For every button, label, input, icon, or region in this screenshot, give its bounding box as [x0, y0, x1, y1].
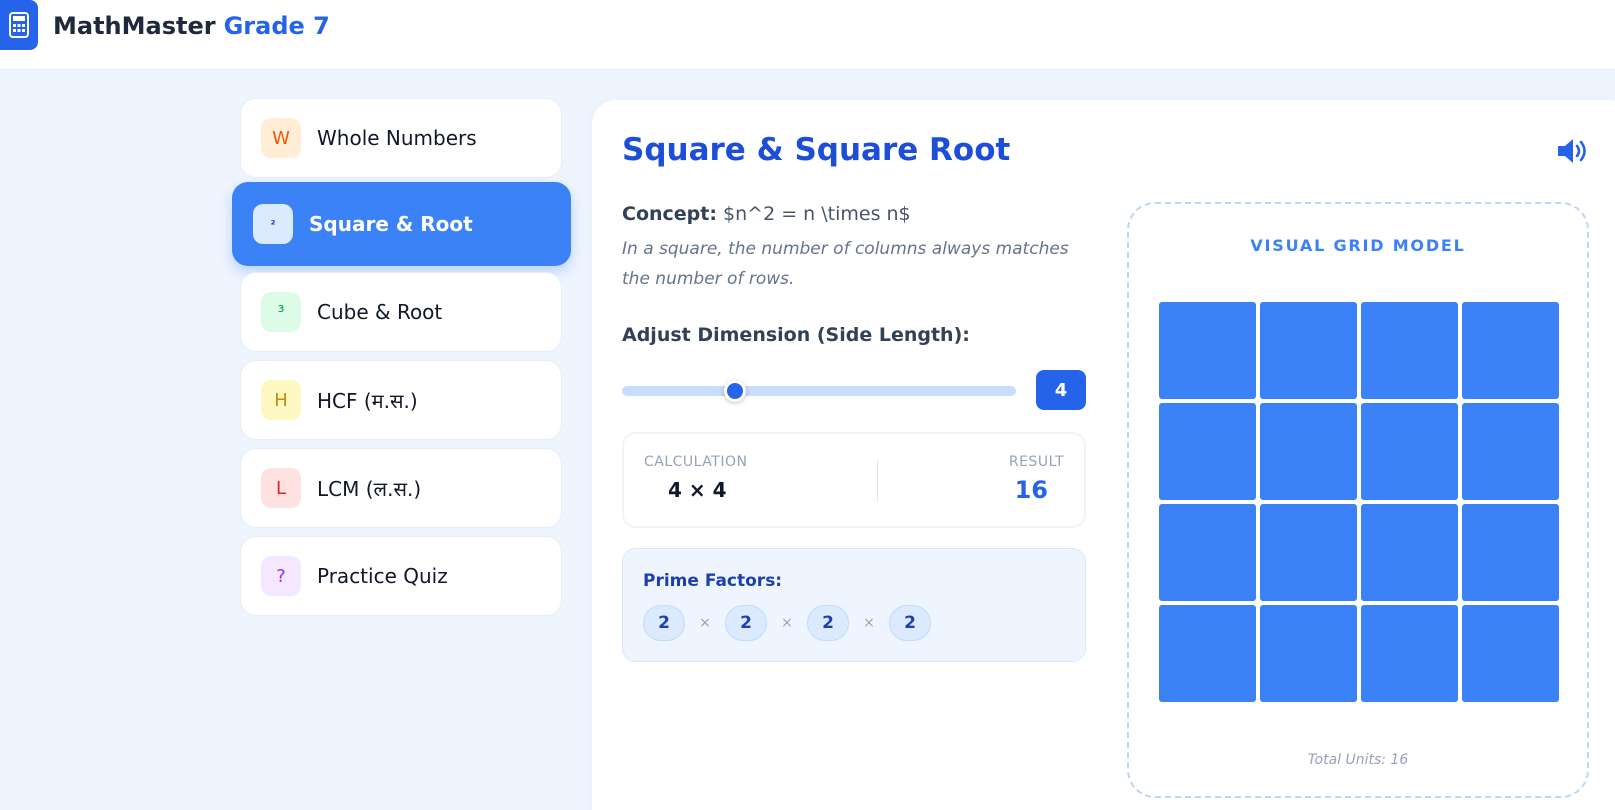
adjust-dimension-label: Adjust Dimension (Side Length):: [622, 324, 970, 346]
sidebar-item-label: Practice Quiz: [317, 564, 448, 588]
grid-cell: [1462, 403, 1559, 500]
grid-cell: [1361, 302, 1458, 399]
sidebar-item-label: HCF (म.स.): [317, 388, 418, 413]
times-symbol: ×: [863, 615, 875, 631]
prime-factors-list: 2 × 2 × 2 × 2: [643, 605, 931, 641]
sidebar-item-badge: W: [261, 118, 301, 158]
page-title: Square & Square Root: [622, 132, 1011, 168]
calculator-icon[interactable]: [0, 0, 38, 50]
sidebar-item-label: Whole Numbers: [317, 126, 477, 150]
grid-cell: [1361, 605, 1458, 702]
prime-factor-chip: 2: [807, 605, 849, 641]
times-symbol: ×: [781, 615, 793, 631]
grid-cell: [1159, 504, 1256, 601]
prime-factors-card: Prime Factors: 2 × 2 × 2 × 2: [622, 548, 1086, 662]
dimension-slider-track[interactable]: [622, 386, 1016, 396]
prime-factor-chip: 2: [643, 605, 685, 641]
prime-factor-chip: 2: [889, 605, 931, 641]
concept-formula: $n^2 = n \times n$: [723, 203, 911, 225]
sidebar-item[interactable]: L LCM (ल.स.): [240, 448, 562, 528]
main-panel: Square & Square Root Concept: $n^2 = n \…: [592, 100, 1615, 810]
concept-line: Concept: $n^2 = n \times n$: [622, 203, 911, 225]
prime-factor-chip: 2: [725, 605, 767, 641]
sidebar-item[interactable]: H HCF (म.स.): [240, 360, 562, 440]
app-header: MathMaster Grade 7: [0, 0, 1615, 70]
grid-cell: [1260, 403, 1357, 500]
grid-cell: [1159, 403, 1256, 500]
sidebar-item-label: LCM (ल.स.): [317, 476, 422, 501]
result-value: 16: [1014, 476, 1048, 504]
grid-cell: [1260, 504, 1357, 601]
calculation-value: 4 × 4: [668, 478, 727, 502]
grid-cell: [1260, 302, 1357, 399]
sidebar-item-badge: ³: [261, 292, 301, 332]
concept-label: Concept:: [622, 203, 717, 225]
concept-description: In a square, the number of columns alway…: [622, 239, 1069, 289]
app-title: MathMaster Grade 7: [53, 10, 330, 42]
sidebar-item-badge: H: [261, 380, 301, 420]
prime-factors-label: Prime Factors:: [643, 571, 783, 591]
grid-cell: [1159, 605, 1256, 702]
grid-cell: [1260, 605, 1357, 702]
grid-cell: [1462, 605, 1559, 702]
total-units-label: Total Units: 16: [1307, 752, 1409, 768]
visual-grid-panel: VISUAL GRID MODEL Total Units: 16: [1127, 202, 1589, 798]
sidebar-item-label: Square & Root: [309, 212, 473, 236]
sidebar-item[interactable]: W Whole Numbers: [240, 98, 562, 178]
sidebar-item-badge: L: [261, 468, 301, 508]
speaker-icon[interactable]: [1555, 136, 1591, 166]
times-symbol: ×: [699, 615, 711, 631]
grade-label: Grade 7: [223, 12, 330, 40]
sidebar-item[interactable]: ² Square & Root: [232, 182, 571, 266]
calculation-label: CALCULATION: [644, 454, 748, 470]
divider: [877, 460, 878, 502]
grid-title: VISUAL GRID MODEL: [1250, 236, 1466, 255]
app-name: MathMaster: [53, 12, 216, 40]
dimension-slider-thumb[interactable]: [724, 380, 747, 402]
sidebar-item[interactable]: ? Practice Quiz: [240, 536, 562, 616]
result-label: RESULT: [1008, 454, 1064, 470]
sidebar-item-badge: ?: [261, 556, 301, 596]
dimension-value-badge: 4: [1036, 370, 1086, 410]
grid-cell: [1462, 504, 1559, 601]
sidebar-item-badge: ²: [253, 204, 293, 244]
grid-cell: [1361, 403, 1458, 500]
square-grid: [1159, 302, 1559, 702]
grid-cell: [1361, 504, 1458, 601]
sidebar-item[interactable]: ³ Cube & Root: [240, 272, 562, 352]
sidebar-item-label: Cube & Root: [317, 300, 443, 324]
grid-cell: [1159, 302, 1256, 399]
grid-cell: [1462, 302, 1559, 399]
calculation-card: CALCULATION 4 × 4 RESULT 16: [622, 432, 1086, 528]
